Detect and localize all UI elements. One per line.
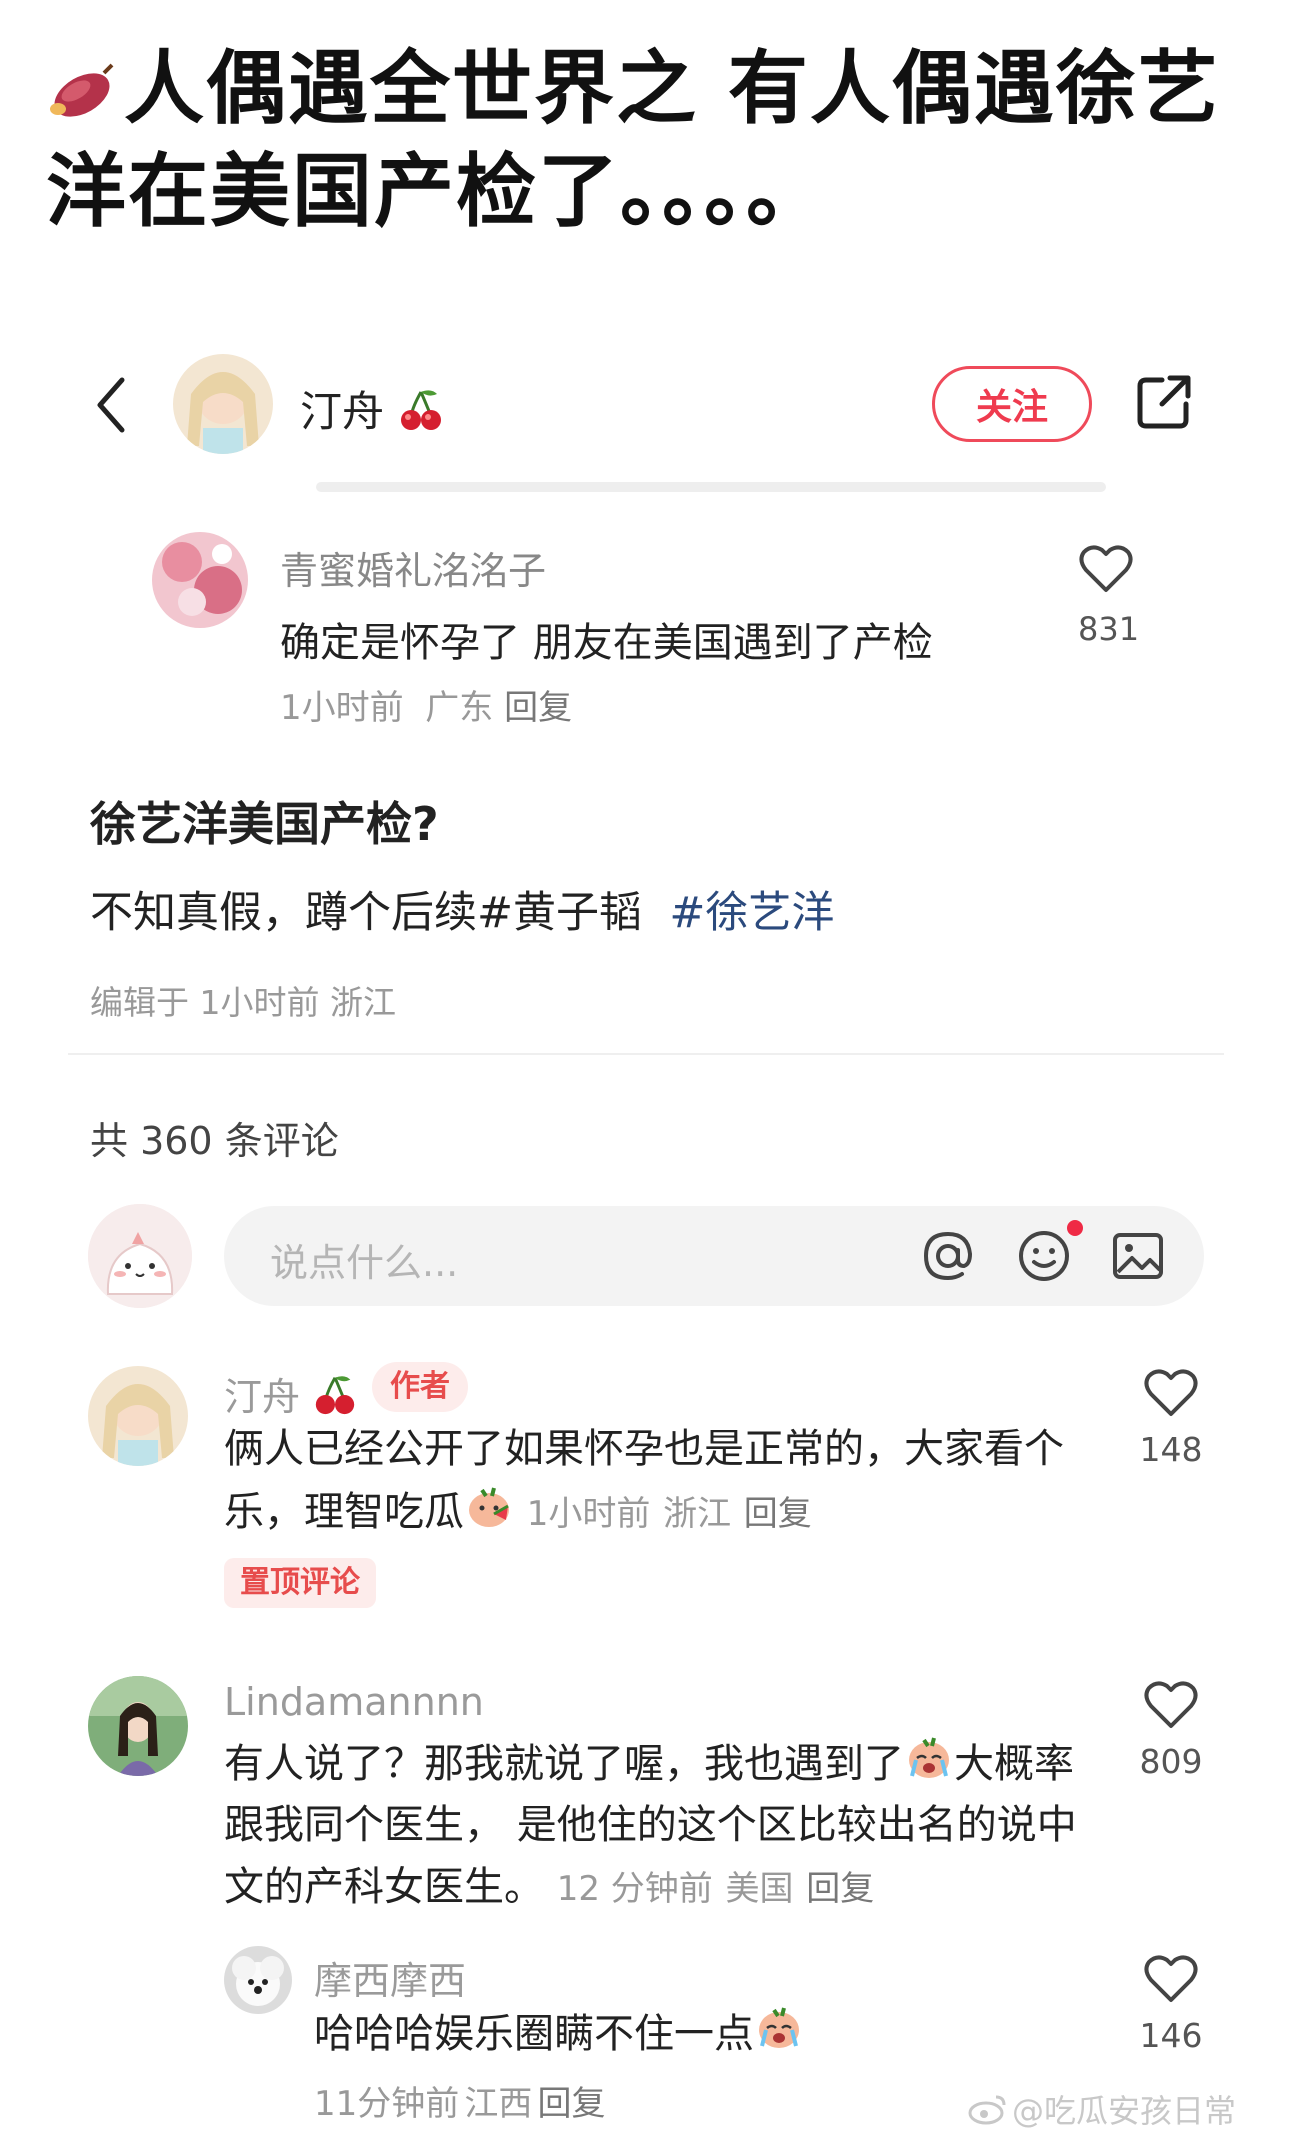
- follow-button[interactable]: 关注: [932, 366, 1092, 442]
- post-meta: 编辑于 1小时前 浙江: [90, 983, 396, 1022]
- post-body-text: 不知真假，蹲个后续#黄子韬: [90, 888, 643, 938]
- comment-text: 文的产科女医生。: [224, 1864, 544, 1910]
- melon-eating-emoji-icon: [464, 1480, 514, 1548]
- weibo-logo-icon: [968, 2093, 1008, 2133]
- commenter-name[interactable]: Lindamannnn: [224, 1680, 484, 1724]
- reply-link[interactable]: 回复: [744, 1494, 812, 1534]
- like-count: 809: [1139, 1742, 1203, 1781]
- sweet-potato-icon: [46, 45, 116, 143]
- image-icon[interactable]: [1110, 1228, 1166, 1284]
- heart-icon[interactable]: [1143, 1680, 1199, 1730]
- cherry-icon: [397, 386, 445, 444]
- post-body: 不知真假，蹲个后续#黄子韬 #徐艺洋: [90, 878, 834, 940]
- comment-text-line: 哈哈哈娱乐圈瞒不住一点: [314, 2002, 804, 2070]
- headline: 人偶遇全世界之 有人偶遇徐艺洋在美国产检了。。。。: [46, 40, 1246, 241]
- reply-link[interactable]: 回复: [537, 2084, 605, 2124]
- comment-text-line: 乐，理智吃瓜 1小时前 浙江 回复: [224, 1480, 812, 1548]
- headline-text: 人偶遇全世界之 有人偶遇徐艺洋在美国产检了。。。。: [46, 42, 1220, 239]
- comment-location: 美国: [725, 1869, 794, 1909]
- commenter-avatar[interactable]: [88, 1676, 188, 1776]
- heart-icon[interactable]: [1078, 544, 1134, 594]
- mention-icon[interactable]: [920, 1228, 976, 1284]
- commenter-avatar[interactable]: [224, 1946, 292, 2014]
- reply-link[interactable]: 回复: [806, 1869, 874, 1909]
- author-badge: 作者: [372, 1362, 468, 1412]
- quoted-commenter-avatar[interactable]: [152, 532, 248, 628]
- comment-text-line: 跟我同个医生， 是他住的这个区比较出名的说中: [224, 1802, 1077, 1848]
- heart-icon[interactable]: [1143, 1368, 1199, 1418]
- comment-time: 1小时前: [526, 1494, 651, 1534]
- comment-text-line: 文的产科女医生。 12 分钟前 美国 回复: [224, 1856, 874, 1920]
- comment-meta: 11分钟前 江西 回复: [314, 2076, 605, 2125]
- reply-link[interactable]: 回复: [504, 688, 572, 728]
- hashtag-link[interactable]: #徐艺洋: [669, 888, 834, 938]
- comment-location: 江西: [464, 2084, 533, 2124]
- comment-time: 12 分钟前: [556, 1869, 713, 1909]
- watermark-text: @吃瓜安孩日常: [1012, 2092, 1237, 2130]
- author-avatar[interactable]: [173, 354, 273, 454]
- quoted-commenter-name[interactable]: 青蜜婚礼洺洺子: [280, 540, 546, 595]
- comment-text-line: 有人说了？那我就说了喔，我也遇到了 大概率: [224, 1732, 1074, 1800]
- quoted-comment-meta: 1小时前 广东 回复: [280, 680, 572, 729]
- crying-emoji-icon: [904, 1732, 954, 1800]
- post-title: 徐艺洋美国产检?: [90, 797, 439, 851]
- comment-time: 11分钟前: [314, 2084, 460, 2124]
- like-count: 831: [1078, 610, 1140, 648]
- pinned-comment-badge: 置顶评论: [224, 1558, 376, 1608]
- my-avatar[interactable]: [88, 1204, 192, 1308]
- commenter-name-text: 汀舟: [224, 1375, 301, 1419]
- comment-time: 1小时前: [280, 688, 404, 728]
- notification-dot: [1067, 1220, 1083, 1236]
- comment-text: 大概率: [954, 1741, 1074, 1787]
- like-count: 148: [1139, 1430, 1203, 1469]
- watermark: @吃瓜安孩日常: [968, 2086, 1236, 2133]
- comment-location: 广东: [425, 688, 494, 728]
- emoji-icon[interactable]: [1016, 1228, 1072, 1284]
- comment-count: 共 360 条评论: [90, 1119, 339, 1163]
- author-name[interactable]: 汀舟: [300, 378, 445, 444]
- comment-text-line: 俩人已经公开了如果怀孕也是正常的，大家看个: [224, 1426, 1064, 1472]
- section-divider: [68, 1053, 1224, 1055]
- comment-text: 哈哈哈娱乐圈瞒不住一点: [314, 2011, 754, 2057]
- comment-text: 乐，理智吃瓜: [224, 1489, 464, 1535]
- quoted-comment-text: 确定是怀孕了 朋友在美国遇到了产检: [280, 620, 933, 666]
- like-count: 146: [1139, 2016, 1203, 2055]
- crying-emoji-icon: [754, 2002, 804, 2070]
- heart-icon[interactable]: [1143, 1954, 1199, 2004]
- author-name-text: 汀舟: [300, 387, 385, 436]
- commenter-avatar[interactable]: [88, 1366, 188, 1466]
- comment-input-placeholder: 说点什么...: [270, 1241, 459, 1285]
- share-icon[interactable]: [1134, 372, 1194, 432]
- back-chevron-icon[interactable]: [92, 370, 132, 440]
- header-divider: [316, 482, 1106, 492]
- commenter-name[interactable]: 摩西摩西: [314, 1950, 466, 2005]
- comment-text: 有人说了？那我就说了喔，我也遇到了: [224, 1741, 904, 1787]
- comment-location: 浙江: [663, 1494, 732, 1534]
